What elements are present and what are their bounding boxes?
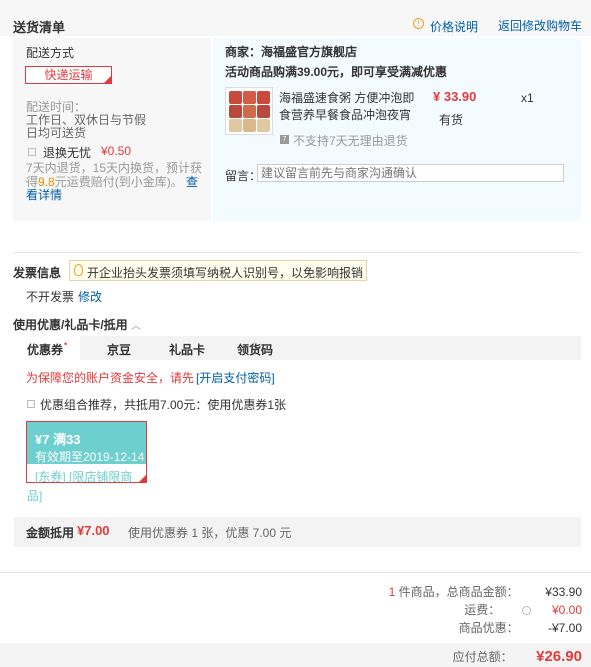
combo-checkbox[interactable] <box>27 400 35 408</box>
divider <box>13 252 581 253</box>
item-count: 1 <box>388 585 396 599</box>
payable-row: 应付总额： ¥26.90 <box>453 648 582 665</box>
invoice-tip-text: 开企业抬头发票须填写纳税人识别号，以免影响报销 <box>87 266 364 280</box>
selected-corner-icon <box>139 475 146 482</box>
summary-goods-row: 1 件商品，总商品金额： ¥33.90 <box>389 583 582 600</box>
note-label: 留言： <box>225 169 262 183</box>
discount-label: 商品优惠： <box>458 621 519 635</box>
security-message: 为保障您的账户资金安全，请先 <box>26 371 195 385</box>
coupons-title: 使用优惠/礼品卡/抵用 <box>13 318 128 332</box>
no-return-text: 不支持7天无理由退货 <box>293 134 408 148</box>
shipping-method-option[interactable]: 快递运输 <box>25 66 112 84</box>
see-detail-link[interactable]: 看详情 <box>26 186 62 203</box>
payable-label: 应付总额： <box>452 650 513 664</box>
discount-value: -¥7.00 <box>547 621 582 635</box>
freight-value: ¥0.00 <box>551 603 582 617</box>
coupon-card[interactable]: ¥7 满33 有效期至2019-12-14 [东券] [限店铺限商 <box>26 421 147 484</box>
summary-discount-row: 商品优惠： -¥7.00 <box>459 619 582 636</box>
delivery-title: 送货清单 <box>13 20 66 35</box>
tab-pickup-code[interactable]: 领货码 <box>237 341 273 358</box>
delivery-time-value-2: 日均可送货 <box>26 126 87 140</box>
shipping-method-value: 快递运输 <box>44 68 93 82</box>
product-name-line-1[interactable]: 海福盛速食粥 方便冲泡即 <box>279 89 414 106</box>
tab-jingdou[interactable]: 京豆 <box>107 341 131 358</box>
enable-pay-password-link[interactable]: [开启支付密码] <box>196 369 275 386</box>
coupon-card-header: ¥7 满33 有效期至2019-12-14 <box>27 422 146 464</box>
bulb-icon <box>74 264 83 276</box>
goods-total: ¥33.90 <box>545 585 582 599</box>
item-count-suffix: 件商品，总商品金额： <box>398 585 519 599</box>
tab-coupon[interactable]: 优惠券 • <box>14 336 80 360</box>
freight-info-icon[interactable] <box>521 606 531 616</box>
product-price: ¥ 33.90 <box>433 89 477 104</box>
product-name-line-2[interactable]: 食营养早餐食品冲泡夜宵 <box>279 106 411 123</box>
return-worry-free-price: ¥0.50 <box>101 144 132 158</box>
coupon-sum-label: 金额抵用 <box>26 526 75 540</box>
payable-value: ¥26.90 <box>536 648 582 665</box>
coupon-sum-bar: 金额抵用 ¥7.00 使用优惠券 1 张，优惠 7.00 元 <box>14 517 581 547</box>
merchant-name: 商家：海福盛官方旗舰店 <box>225 45 358 59</box>
tab-gift-card[interactable]: 礼品卡 <box>169 341 205 358</box>
summary-freight-row: 运费： ¥0.00 <box>464 601 582 618</box>
coupon-expire: 有效期至2019-12-14 <box>35 450 145 464</box>
shipping-panel: 配送方式 快递运输 配送时间： 工作日、双休日与节假 日均可送货 退换无忧 ¥0… <box>13 38 211 221</box>
product-thumbnail[interactable] <box>225 87 273 135</box>
invoice-tip: 开企业抬头发票须填写纳税人识别号，以免影响报销 <box>69 260 367 281</box>
delivery-header: 送货清单 ! 价格说明 返回修改购物车 <box>0 0 591 36</box>
invoice-edit-link[interactable]: 修改 <box>78 288 102 305</box>
chevron-up-icon: ︿ <box>131 321 142 332</box>
stock-status: 有货 <box>439 113 464 127</box>
no-return-icon: 7 <box>280 135 289 144</box>
promo-text: 活动商品购满39.00元，即可享受满减优惠 <box>225 65 448 79</box>
coupons-toggle[interactable]: 使用优惠/礼品卡/抵用 ︿ <box>13 316 141 333</box>
shop-panel: 商家：海福盛官方旗舰店 活动商品购满39.00元，即可享受满减优惠 海福盛速食粥… <box>213 38 581 221</box>
product-qty: x1 <box>521 91 534 105</box>
back-to-cart-link[interactable]: 返回修改购物车 <box>498 17 582 34</box>
invoice-value: 不开发票 <box>26 290 75 304</box>
freight-label: 运费： <box>464 603 501 617</box>
shipping-method-label: 配送方式 <box>26 46 75 60</box>
invoice-title: 发票信息 <box>13 266 62 280</box>
divider <box>0 572 591 573</box>
see-detail-link-part-1[interactable]: 查 <box>186 173 198 190</box>
selected-corner-icon <box>104 76 111 83</box>
coupon-tags: [东券] [限店铺限商 <box>35 470 133 484</box>
note-input[interactable] <box>257 164 564 182</box>
coupon-tags-line-2: 品] <box>27 489 43 503</box>
price-note-link[interactable]: 价格说明 <box>430 18 478 35</box>
return-worry-free-checkbox[interactable] <box>28 148 36 156</box>
coupon-sum-desc: 使用优惠券 1 张，优惠 7.00 元 <box>128 526 292 540</box>
info-icon: ! <box>413 18 424 29</box>
coupon-tabs: 优惠券 • 京豆 礼品卡 领货码 <box>14 336 581 360</box>
payable-bar: 应付总额： ¥26.90 <box>0 643 591 667</box>
combo-text: 优惠组合推荐，共抵用7.00元：使用优惠券1张 <box>40 398 287 412</box>
coupon-amount: ¥7 满33 <box>35 432 81 447</box>
coupon-sum-amount: ¥7.00 <box>77 523 110 538</box>
